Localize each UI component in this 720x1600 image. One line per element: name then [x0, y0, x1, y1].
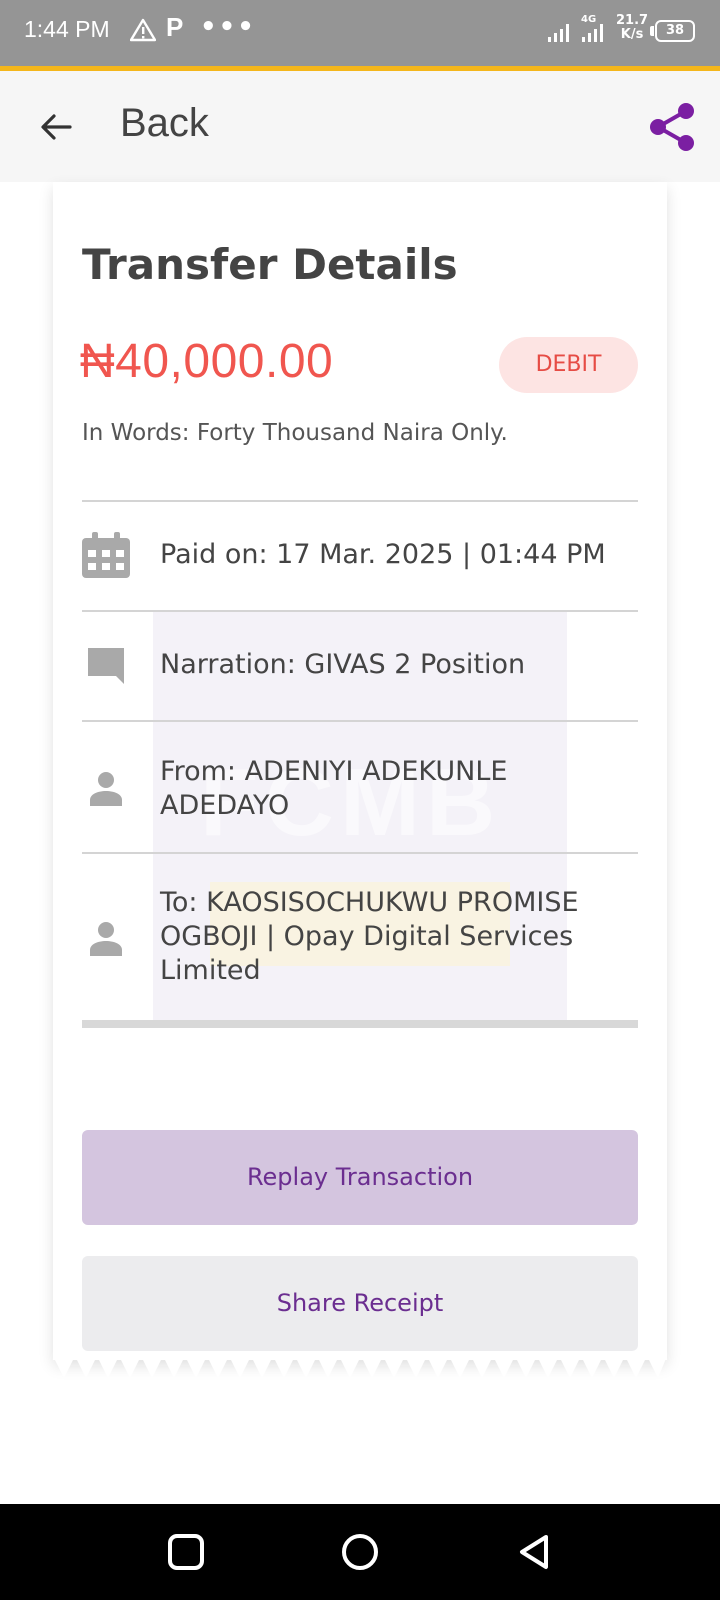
from-text: From: ADENIYI ADEKUNLE ADEDAYO: [160, 756, 508, 821]
transfer-amount: ₦40,000.00: [80, 335, 334, 388]
calendar-icon: [82, 532, 130, 578]
signal-icon: [582, 24, 603, 42]
person-icon: [90, 772, 122, 806]
battery-cap: [650, 26, 654, 36]
back-arrow-icon[interactable]: [36, 107, 76, 147]
status-time: 1:44 PM: [24, 16, 110, 42]
p-notification-icon: P: [166, 12, 184, 42]
recent-apps-icon[interactable]: [166, 1532, 206, 1572]
divider: [82, 720, 638, 722]
system-nav-bar: [0, 1504, 720, 1600]
receipt-zigzag-edge: [53, 1356, 667, 1378]
signal-icon: [548, 24, 569, 42]
battery-icon: 38: [655, 20, 695, 42]
warning-icon: [130, 18, 156, 42]
app-header: Back: [0, 71, 720, 182]
paid-on-text: Paid on: 17 Mar. 2025 | 01:44 PM: [160, 539, 606, 570]
back-triangle-icon[interactable]: [514, 1532, 554, 1572]
speed-unit: K/s: [620, 27, 644, 42]
transfer-details-screen: 1:44 PM P ••• 4G 21.7 K/s 38 Back FCMB T…: [0, 0, 720, 1600]
status-bar: 1:44 PM P ••• 4G 21.7 K/s 38: [0, 0, 720, 66]
home-icon[interactable]: [340, 1532, 380, 1572]
divider: [82, 500, 638, 502]
person-icon: [90, 922, 122, 956]
more-notifications-icon: •••: [200, 12, 256, 42]
amount-in-words: In Words: Forty Thousand Naira Only.: [82, 420, 508, 446]
share-icon[interactable]: [644, 99, 700, 155]
back-button[interactable]: Back: [120, 101, 209, 146]
network-speed: 21.7 K/s: [616, 14, 648, 42]
share-receipt-button[interactable]: Share Receipt: [82, 1256, 638, 1351]
comment-icon: [88, 648, 124, 684]
replay-transaction-button[interactable]: Replay Transaction: [82, 1130, 638, 1225]
speed-value: 21.7: [616, 13, 649, 28]
narration-text: Narration: GIVAS 2 Position: [160, 649, 526, 680]
to-text: To: KAOSISOCHUKWU PROMISE OGBOJI | Opay …: [160, 887, 579, 986]
page-title: Transfer Details: [82, 240, 458, 289]
divider: [82, 1020, 638, 1028]
divider: [82, 852, 638, 854]
divider: [82, 610, 638, 612]
status-badge: DEBIT: [499, 337, 638, 393]
